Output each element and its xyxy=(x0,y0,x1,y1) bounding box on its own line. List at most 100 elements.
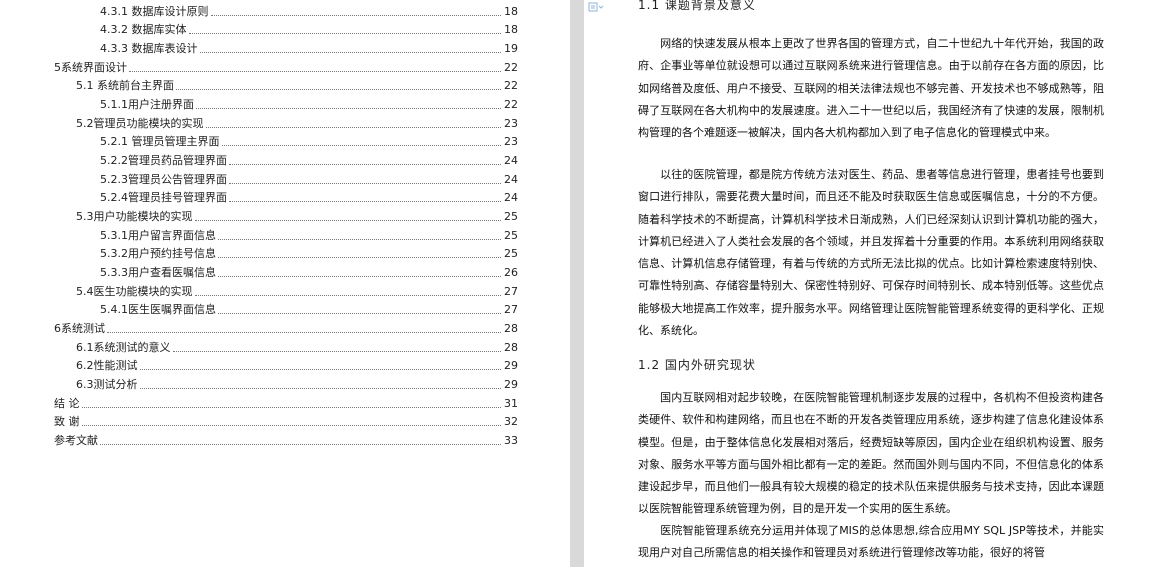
toc-entry[interactable]: 参考文献 33 xyxy=(54,432,518,448)
toc-entry[interactable]: 6.3测试分析 29 xyxy=(76,376,518,392)
toc-page-number: 18 xyxy=(504,23,518,36)
toc-label: 5.2.2管理员药品管理界面 xyxy=(100,154,228,168)
toc-leader-dots xyxy=(172,351,501,352)
toc-leader-dots xyxy=(229,183,501,184)
toc-label: 6.3测试分析 xyxy=(76,378,139,392)
toc-page-number: 18 xyxy=(504,5,518,18)
toc-label: 4.3.1 数据库设计原则 xyxy=(100,5,210,19)
layout-options-icon[interactable] xyxy=(588,2,604,12)
toc-page: 4.3.1 数据库设计原则 18 4.3.2 数据库实体 18 4.3.3 数据库表设计… xyxy=(0,0,570,567)
toc-page-number: 27 xyxy=(504,285,518,298)
toc-label: 5.3.1用户留言界面信息 xyxy=(100,229,217,243)
toc-label: 致 谢 xyxy=(54,415,81,429)
toc-entry[interactable]: 5.2.3管理员公告管理界面 24 xyxy=(100,171,518,187)
toc-page-number: 28 xyxy=(504,341,518,354)
toc-page-number: 23 xyxy=(504,135,518,148)
toc-leader-dots xyxy=(176,89,501,90)
toc-label: 5.2管理员功能模块的实现 xyxy=(76,117,205,131)
toc-label: 6.2性能测试 xyxy=(76,359,139,373)
toc-page-number: 32 xyxy=(504,415,518,428)
body-paragraph: 医院智能管理系统充分运用并体现了MIS的总体思想,综合应用MY SQL JSP等… xyxy=(638,524,1104,560)
toc-entry[interactable]: 4.3.3 数据库表设计 19 xyxy=(100,40,518,56)
toc-entry[interactable]: 5.3.2用户预约挂号信息 25 xyxy=(100,245,518,261)
toc-entry[interactable]: 5.2.2管理员药品管理界面 24 xyxy=(100,152,518,168)
toc-label: 5系统界面设计 xyxy=(54,61,128,75)
toc-label: 4.3.2 数据库实体 xyxy=(100,23,188,37)
toc-page-number: 19 xyxy=(504,42,518,55)
toc-leader-dots xyxy=(194,295,501,296)
toc-label: 5.4医生功能模块的实现 xyxy=(76,285,194,299)
toc-page-number: 29 xyxy=(504,359,518,372)
body-paragraph: 网络的快速发展从根本上更改了世界各国的管理方式，自二十世纪九十年代开始，我国的政… xyxy=(638,37,1104,140)
toc-entry[interactable]: 5.2管理员功能模块的实现 23 xyxy=(76,115,518,131)
toc-leader-dots xyxy=(229,201,501,202)
toc-entry[interactable]: 5.1 系统前台主界面 22 xyxy=(76,77,518,93)
toc-page-number: 25 xyxy=(504,210,518,223)
toc-leader-dots xyxy=(218,239,501,240)
toc-leader-dots xyxy=(205,127,501,128)
body-paragraph: 国内互联网相对起步较晚，在医院智能管理机制逐步发展的过程中，各机构不但投资构建各… xyxy=(638,391,1104,516)
toc-entry[interactable]: 5.3用户功能模块的实现 25 xyxy=(76,208,518,224)
toc-page-number: 26 xyxy=(504,266,518,279)
toc-entry[interactable]: 5.3.1用户留言界面信息 25 xyxy=(100,227,518,243)
page-gutter xyxy=(570,0,584,567)
toc-label: 5.3用户功能模块的实现 xyxy=(76,210,194,224)
toc-label: 5.2.1 管理员管理主界面 xyxy=(100,135,221,149)
toc-page-number: 23 xyxy=(504,117,518,130)
body-paragraph: 以往的医院管理，都是院方传统方法对医生、药品、患者等信息进行管理，患者挂号也要到… xyxy=(638,168,1104,338)
toc-page-number: 28 xyxy=(504,322,518,335)
section-heading: 1.2 国内外研究现状 xyxy=(638,358,756,372)
toc-leader-dots xyxy=(210,15,501,16)
toc-entry[interactable]: 6系统测试 28 xyxy=(54,320,518,336)
toc-entry[interactable]: 5.1.1用户注册界面 22 xyxy=(100,96,518,112)
toc-entry[interactable]: 5.4医生功能模块的实现 27 xyxy=(76,283,518,299)
toc-leader-dots xyxy=(221,145,501,146)
toc-page-number: 25 xyxy=(504,229,518,242)
toc-label: 5.1.1用户注册界面 xyxy=(100,98,195,112)
toc-page-number: 24 xyxy=(504,191,518,204)
toc-leader-dots xyxy=(129,71,501,72)
toc-entry[interactable]: 5.2.1 管理员管理主界面 23 xyxy=(100,133,518,149)
toc-entry[interactable]: 6.1系统测试的意义 28 xyxy=(76,339,518,355)
toc-label: 5.2.3管理员公告管理界面 xyxy=(100,173,228,187)
toc-leader-dots xyxy=(218,276,501,277)
toc-entry[interactable]: 5.2.4管理员挂号管理界面 24 xyxy=(100,189,518,205)
toc-leader-dots xyxy=(196,108,501,109)
toc-page-number: 22 xyxy=(504,98,518,111)
toc-leader-dots xyxy=(81,407,501,408)
toc-entry[interactable]: 4.3.2 数据库实体 18 xyxy=(100,21,518,37)
toc-label: 5.1 系统前台主界面 xyxy=(76,79,175,93)
toc-entry[interactable]: 6.2性能测试 29 xyxy=(76,357,518,373)
toc-page-number: 24 xyxy=(504,154,518,167)
toc-entry[interactable]: 结 论 31 xyxy=(54,395,518,411)
toc-leader-dots xyxy=(199,52,501,53)
toc-leader-dots xyxy=(188,33,501,34)
toc-label: 4.3.3 数据库表设计 xyxy=(100,42,199,56)
toc-page-number: 24 xyxy=(504,173,518,186)
toc-label: 5.3.3用户查看医嘱信息 xyxy=(100,266,217,280)
toc-page-number: 22 xyxy=(504,61,518,74)
toc-entry[interactable]: 致 谢 32 xyxy=(54,413,518,429)
toc-entry[interactable]: 5.4.1医生医嘱界面信息 27 xyxy=(100,301,518,317)
section-heading: 1.1 课题背景及意义 xyxy=(638,0,756,12)
toc-page-number: 31 xyxy=(504,397,518,410)
toc-page-number: 25 xyxy=(504,247,518,260)
toc-page-number: 29 xyxy=(504,378,518,391)
toc-label: 5.2.4管理员挂号管理界面 xyxy=(100,191,228,205)
toc-label: 结 论 xyxy=(54,397,81,411)
toc-leader-dots xyxy=(229,164,501,165)
toc-entry[interactable]: 4.3.1 数据库设计原则 18 xyxy=(100,3,518,19)
toc-leader-dots xyxy=(107,332,501,333)
toc-leader-dots xyxy=(194,220,501,221)
toc-leader-dots xyxy=(139,388,501,389)
toc-entry[interactable]: 5系统界面设计 22 xyxy=(54,59,518,75)
toc-label: 5.3.2用户预约挂号信息 xyxy=(100,247,217,261)
toc-page-number: 27 xyxy=(504,303,518,316)
toc-leader-dots xyxy=(139,369,501,370)
toc-entry[interactable]: 5.3.3用户查看医嘱信息 26 xyxy=(100,264,518,280)
toc-page-number: 33 xyxy=(504,434,518,447)
toc-leader-dots xyxy=(218,313,501,314)
toc-leader-dots xyxy=(81,425,501,426)
toc-label: 6.1系统测试的意义 xyxy=(76,341,172,355)
toc-label: 6系统测试 xyxy=(54,322,106,336)
